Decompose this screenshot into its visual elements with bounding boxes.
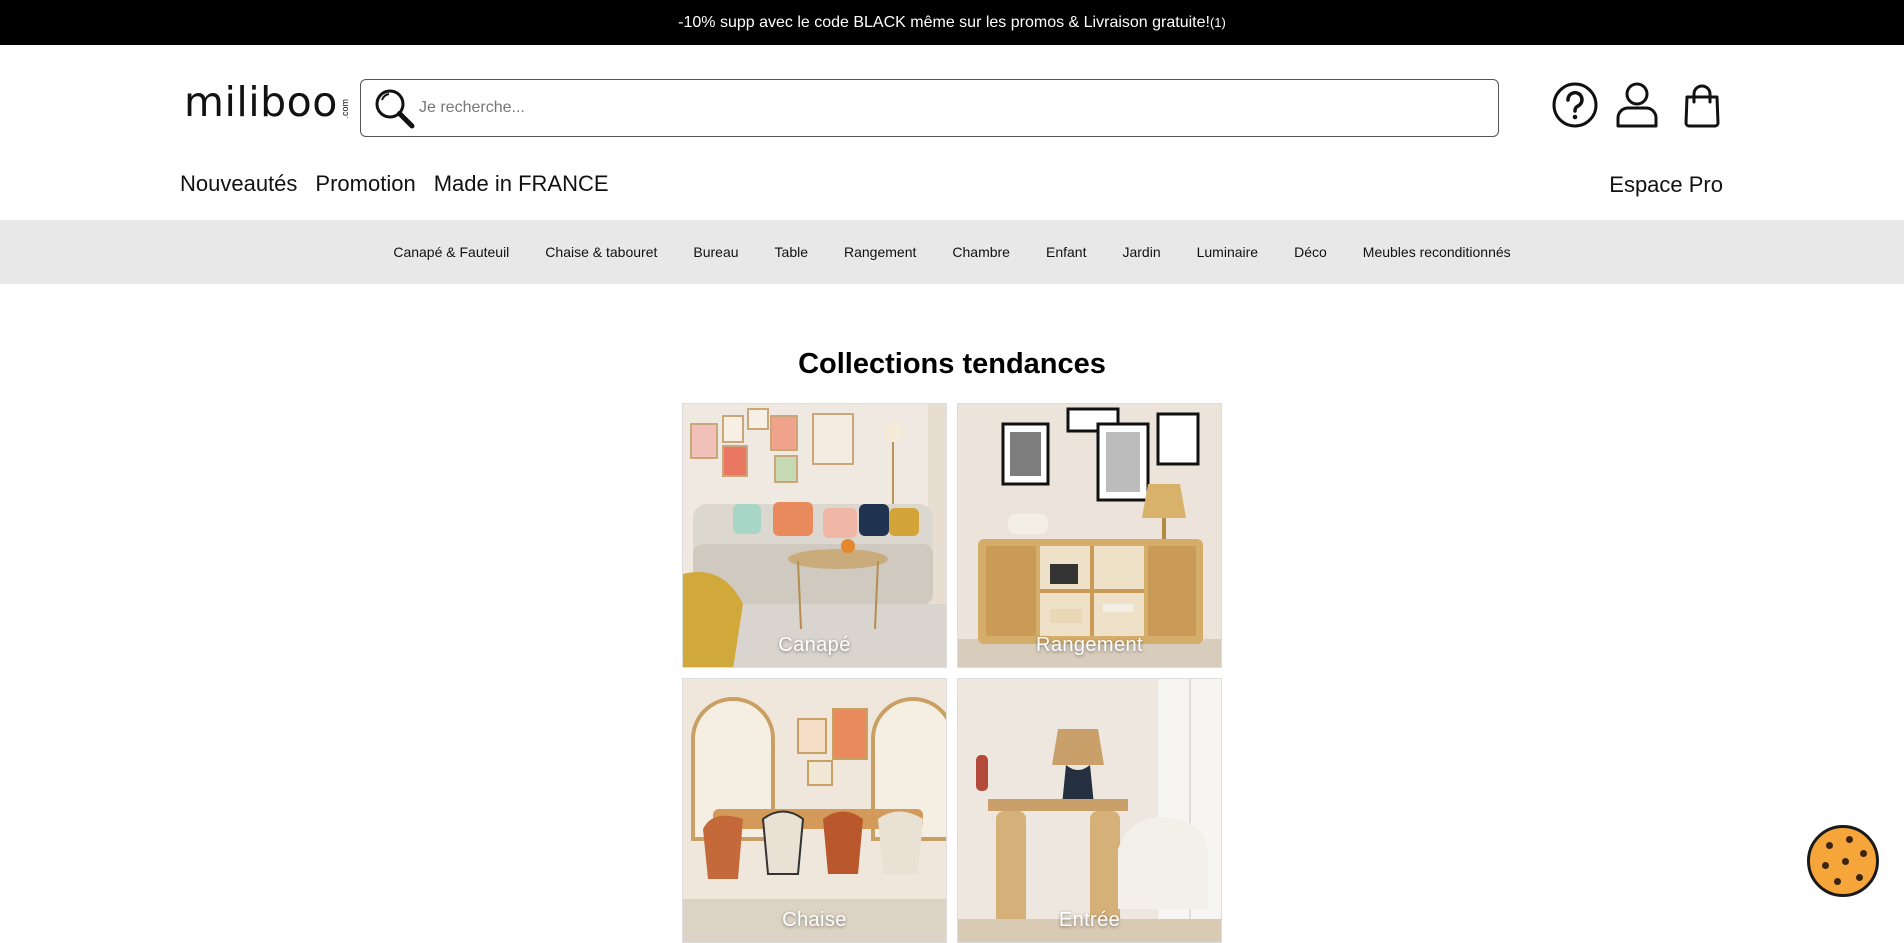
announcement-bar: -10% supp avec le code BLACK même sur le… (0, 0, 1904, 45)
category-table[interactable]: Table (775, 244, 808, 260)
category-enfant[interactable]: Enfant (1046, 244, 1086, 260)
category-jardin[interactable]: Jardin (1122, 244, 1160, 260)
site-logo[interactable]: miliboo .com (184, 82, 350, 123)
category-chaise-tabouret[interactable]: Chaise & tabouret (545, 244, 657, 260)
cookie-chip (1822, 862, 1829, 869)
cookie-chip (1856, 874, 1863, 881)
collection-image-canape (683, 404, 946, 667)
category-bar: Canapé & Fauteuil Chaise & tabouret Bure… (0, 220, 1904, 284)
nav-item-promotion[interactable]: Promotion (315, 171, 415, 197)
cookie-chip (1860, 850, 1867, 857)
cookie-settings-button[interactable] (1807, 825, 1879, 897)
collection-tile-entree[interactable]: Entrée (957, 678, 1222, 943)
category-meubles-reconditionnes[interactable]: Meubles reconditionnés (1363, 244, 1511, 260)
espace-pro-link[interactable]: Espace Pro (1609, 172, 1723, 198)
logo-tld: .com (339, 99, 350, 119)
logo-wordmark: miliboo (184, 78, 338, 126)
cookie-chip (1846, 836, 1853, 843)
category-chambre[interactable]: Chambre (952, 244, 1010, 260)
collection-tile-chaise[interactable]: Chaise (682, 678, 947, 943)
category-canape-fauteuil[interactable]: Canapé & Fauteuil (393, 244, 509, 260)
collection-image-rangement (958, 404, 1221, 667)
search-icon[interactable] (369, 83, 419, 133)
collection-label-chaise: Chaise (782, 909, 847, 931)
collection-tile-rangement[interactable]: Rangement (957, 403, 1222, 668)
main-nav: Nouveautés Promotion Made in FRANCE (180, 171, 627, 197)
collection-label-canape: Canapé (778, 634, 851, 656)
collection-label-entree: Entrée (1058, 909, 1121, 931)
search-input[interactable] (419, 88, 1419, 128)
category-bureau[interactable]: Bureau (693, 244, 738, 260)
cookie-chip (1834, 878, 1841, 885)
category-rangement[interactable]: Rangement (844, 244, 916, 260)
account-icon[interactable] (1612, 80, 1662, 130)
help-icon[interactable] (1550, 80, 1600, 130)
nav-item-made-in-france[interactable]: Made in FRANCE (434, 171, 609, 197)
collection-image-entree (958, 679, 1221, 942)
search-bar[interactable] (360, 79, 1499, 137)
category-luminaire[interactable]: Luminaire (1197, 244, 1258, 260)
cookie-chip (1826, 842, 1833, 849)
collections-title: Collections tendances (798, 348, 1106, 380)
collection-label-rangement: Rangement (1036, 634, 1143, 656)
nav-item-nouveautes[interactable]: Nouveautés (180, 171, 297, 197)
collection-image-chaise (683, 679, 946, 942)
announcement-text: -10% supp avec le code BLACK même sur le… (678, 13, 1210, 31)
announcement-footnote[interactable]: (1) (1210, 15, 1226, 30)
collection-tile-canape[interactable]: Canapé (682, 403, 947, 668)
cart-icon[interactable] (1677, 80, 1727, 130)
cookie-chip (1842, 858, 1849, 865)
category-deco[interactable]: Déco (1294, 244, 1327, 260)
